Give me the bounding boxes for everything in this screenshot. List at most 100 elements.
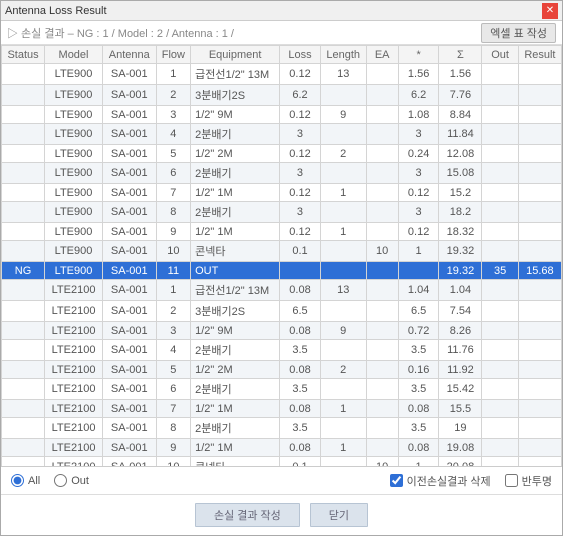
table-row[interactable]: LTE2100SA-00191/2" 1M0.0810.0819.08 [2,439,562,457]
table-row[interactable]: LTE900SA-00131/2" 9M0.1291.088.84 [2,106,562,124]
cell-ea [366,340,398,361]
col-result: Result [518,46,561,64]
cell-model: LTE2100 [45,379,103,400]
cell-out [482,322,518,340]
cell-model: LTE2100 [45,418,103,439]
cell-ea [366,418,398,439]
cell-length: 13 [320,64,366,85]
radio-out[interactable] [54,474,67,487]
cell-flow: 7 [156,400,191,418]
cell-antenna: SA-001 [102,379,156,400]
table-row[interactable]: LTE2100SA-00110콘넥타0.110120.08 [2,457,562,468]
cell-length [320,379,366,400]
cell-result [518,223,561,241]
checkbox-translucent[interactable] [505,474,518,487]
checkbox-delete-prev[interactable] [390,474,403,487]
cell-flow: 9 [156,439,191,457]
cell-status [2,85,45,106]
cell-loss: 0.12 [280,184,321,202]
cell-loss: 3.5 [280,340,321,361]
close-icon[interactable]: ✕ [542,3,558,19]
result-grid[interactable]: Status Model Antenna Flow Equipment Loss… [1,45,562,467]
cell-sigma: 19 [439,418,482,439]
cell-result [518,361,561,379]
cell-ea [366,361,398,379]
cell-length: 1 [320,223,366,241]
cell-star: 3.5 [398,418,439,439]
cell-model: LTE900 [45,64,103,85]
cell-antenna: SA-001 [102,145,156,163]
cell-status [2,184,45,202]
cell-status [2,124,45,145]
radio-all[interactable] [11,474,24,487]
delete-prev-check[interactable]: 이전손실결과 삭제 [390,473,491,489]
col-loss: Loss [280,46,321,64]
header-row: Status Model Antenna Flow Equipment Loss… [2,46,562,64]
cell-equip: 2분배기 [191,163,280,184]
col-sigma: Σ [439,46,482,64]
cell-equip: 1/2" 1M [191,184,280,202]
cell-star: 3.5 [398,379,439,400]
calculate-button[interactable]: 손실 결과 작성 [195,503,300,527]
table-row[interactable]: LTE2100SA-00131/2" 9M0.0890.728.26 [2,322,562,340]
table-row[interactable]: NGLTE900SA-00111OUT19.323515.68 [2,262,562,280]
table-row[interactable]: LTE2100SA-00123분배기2S6.56.57.54 [2,301,562,322]
cell-sigma: 15.08 [439,163,482,184]
cell-equip: 2분배기 [191,340,280,361]
cell-antenna: SA-001 [102,163,156,184]
breadcrumb-bar: ▷ 손실 결과 – NG : 1 / Model : 2 / Antenna :… [1,21,562,45]
table-row[interactable]: LTE900SA-00162분배기3315.08 [2,163,562,184]
table-row[interactable]: LTE2100SA-00171/2" 1M0.0810.0815.5 [2,400,562,418]
cell-length [320,85,366,106]
cell-star: 1 [398,241,439,262]
cell-ea: 10 [366,241,398,262]
cell-model: LTE900 [45,124,103,145]
excel-export-button[interactable]: 엑셀 표 작성 [481,23,556,43]
cell-status [2,145,45,163]
cell-length [320,124,366,145]
close-button[interactable]: 닫기 [310,503,368,527]
cell-status [2,280,45,301]
cell-length: 9 [320,106,366,124]
cell-star: 3.5 [398,340,439,361]
table-row[interactable]: LTE900SA-00142분배기3311.84 [2,124,562,145]
cell-model: LTE900 [45,262,103,280]
cell-antenna: SA-001 [102,340,156,361]
cell-loss: 0.1 [280,241,321,262]
cell-equip: 1/2" 2M [191,361,280,379]
table-row[interactable]: LTE900SA-0011급전선1/2" 13M0.12131.561.56 [2,64,562,85]
table-row[interactable]: LTE900SA-00182분배기3318.2 [2,202,562,223]
table-row[interactable]: LTE900SA-00110콘넥타0.110119.32 [2,241,562,262]
table-row[interactable]: LTE900SA-00171/2" 1M0.1210.1215.2 [2,184,562,202]
cell-antenna: SA-001 [102,361,156,379]
table-row[interactable]: LTE2100SA-00162분배기3.53.515.42 [2,379,562,400]
table-row[interactable]: LTE2100SA-00151/2" 2M0.0820.1611.92 [2,361,562,379]
cell-sigma: 19.08 [439,439,482,457]
table-row[interactable]: LTE900SA-00191/2" 1M0.1210.1218.32 [2,223,562,241]
cell-sigma: 19.32 [439,262,482,280]
cell-antenna: SA-001 [102,202,156,223]
table-row[interactable]: LTE900SA-00123분배기2S6.26.27.76 [2,85,562,106]
cell-sigma: 11.76 [439,340,482,361]
cell-status [2,241,45,262]
cell-model: LTE900 [45,85,103,106]
cell-antenna: SA-001 [102,64,156,85]
cell-equip: 2분배기 [191,202,280,223]
table-row[interactable]: LTE2100SA-00182분배기3.53.519 [2,418,562,439]
cell-flow: 4 [156,340,191,361]
cell-equip: 급전선1/2" 13M [191,280,280,301]
filter-out[interactable]: Out [54,474,89,487]
translucent-check[interactable]: 반투명 [505,473,552,489]
cell-length: 1 [320,184,366,202]
cell-flow: 3 [156,106,191,124]
table-row[interactable]: LTE900SA-00151/2" 2M0.1220.2412.08 [2,145,562,163]
table-row[interactable]: LTE2100SA-00142분배기3.53.511.76 [2,340,562,361]
cell-result [518,64,561,85]
table-row[interactable]: LTE2100SA-0011급전선1/2" 13M0.08131.041.04 [2,280,562,301]
col-star: * [398,46,439,64]
cell-model: LTE2100 [45,400,103,418]
cell-length [320,418,366,439]
cell-loss [280,262,321,280]
filter-all[interactable]: All [11,474,40,487]
cell-out [482,106,518,124]
